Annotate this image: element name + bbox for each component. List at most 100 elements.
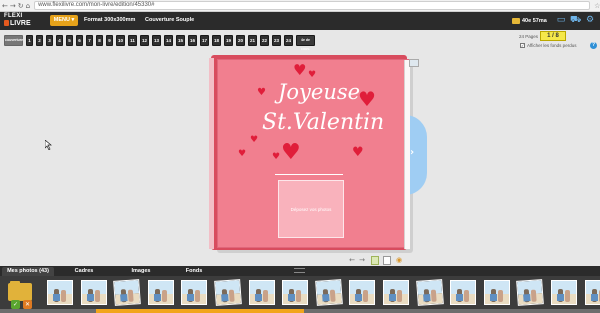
page-button[interactable]: 10 bbox=[116, 35, 125, 46]
flexilivre-logo[interactable]: FLEXI LIVRE bbox=[4, 13, 34, 29]
reload-icon[interactable]: ↻ bbox=[18, 2, 24, 10]
chevron-right-icon[interactable]: › bbox=[410, 147, 414, 158]
photo-thumbnail[interactable] bbox=[113, 279, 142, 306]
cover-title-line2[interactable]: St.Valentin bbox=[262, 110, 384, 135]
photo-thumbnail[interactable] bbox=[415, 279, 444, 306]
logo-top: FLEXI bbox=[4, 13, 23, 19]
photo-drop-zone[interactable]: Déposez vos photos bbox=[278, 180, 344, 238]
add-image-icon[interactable] bbox=[409, 59, 419, 67]
browser-toolbar: ← → ↻ ⌂ www.flexilivre.com/mon-livre/edi… bbox=[0, 0, 600, 12]
page-button[interactable]: 16 bbox=[188, 35, 197, 46]
heart-icon: ♥ bbox=[358, 87, 376, 111]
page-button[interactable]: 21 bbox=[248, 35, 257, 46]
upload-progress-bar bbox=[96, 309, 304, 313]
page-back-cover-button[interactable]: 4e de couv. bbox=[296, 35, 315, 51]
photo-thumbnail[interactable] bbox=[584, 280, 600, 305]
tab-backgrounds[interactable]: Fonds bbox=[172, 267, 216, 276]
pages-counter: 24 Pages 1 / 8 bbox=[519, 31, 567, 41]
page-button[interactable]: 3 bbox=[46, 35, 53, 46]
heart-icon: ♥ bbox=[281, 140, 301, 165]
show-background-checkbox[interactable]: ✓ bbox=[520, 43, 525, 48]
photo-thumbnail[interactable] bbox=[248, 280, 275, 305]
heart-icon: ♥ bbox=[257, 87, 266, 98]
page: { "browser": { "back_icon": "back-arrow-… bbox=[0, 0, 600, 313]
format-label: Format 300x300mm bbox=[84, 17, 136, 23]
home-icon[interactable]: ⌂ bbox=[26, 2, 30, 10]
photo-thumbnail[interactable] bbox=[147, 280, 174, 305]
add-photo-icon[interactable]: ✓ bbox=[11, 300, 20, 309]
page-navigator: couverture 1 2 3 4 5 6 7 8 9 10 11 12 13 14 15 16 17 18 19… bbox=[4, 35, 315, 51]
heart-icon: ♥ bbox=[293, 61, 307, 79]
page-button[interactable]: 17 bbox=[200, 35, 209, 46]
page-button[interactable]: 5 bbox=[66, 35, 73, 46]
photo-thumbnail[interactable] bbox=[214, 279, 242, 306]
page-button[interactable]: 4 bbox=[56, 35, 63, 46]
price-indicator: 40e 57ma bbox=[512, 16, 547, 26]
page-button[interactable]: 24 bbox=[284, 35, 293, 46]
layout-icon[interactable] bbox=[371, 256, 379, 265]
forward-arrow-icon[interactable]: → bbox=[10, 2, 16, 10]
undo-icon[interactable]: ← bbox=[348, 256, 356, 265]
page-edges bbox=[404, 60, 410, 249]
photo-thumbnail[interactable] bbox=[80, 280, 107, 305]
drop-zone-label: Déposez vos photos bbox=[290, 206, 332, 212]
cover-type-label: Couverture Souple bbox=[145, 17, 195, 23]
photo-thumbnail[interactable] bbox=[516, 279, 545, 306]
redo-icon[interactable]: → bbox=[358, 256, 366, 265]
page-button[interactable]: 9 bbox=[106, 35, 113, 46]
page-button[interactable]: 12 bbox=[140, 35, 149, 46]
page-button[interactable]: 2 bbox=[36, 35, 43, 46]
divider bbox=[275, 174, 343, 175]
address-bar[interactable]: www.flexilivre.com/mon-livre/edition/453… bbox=[34, 1, 591, 10]
app-header: FLEXI LIVRE MENU ▾ Format 300x300mm Couv… bbox=[0, 12, 600, 30]
photo-thumbnail[interactable] bbox=[483, 280, 510, 305]
heart-icon: ♥ bbox=[238, 149, 247, 159]
book-spine bbox=[209, 58, 214, 249]
page-button[interactable]: 11 bbox=[128, 35, 137, 46]
photo-thumbnail[interactable] bbox=[349, 280, 376, 305]
photo-thumbnail[interactable] bbox=[181, 280, 208, 305]
page-button[interactable]: 7 bbox=[86, 35, 93, 46]
panel-resize-handle[interactable] bbox=[294, 268, 305, 273]
photo-thumbnail[interactable] bbox=[282, 280, 309, 305]
page-button[interactable]: 19 bbox=[224, 35, 233, 46]
page-button[interactable]: 15 bbox=[176, 35, 185, 46]
menu-button[interactable]: MENU ▾ bbox=[50, 15, 78, 26]
tab-my-photos[interactable]: Mes photos (43) bbox=[2, 267, 54, 276]
page-button[interactable]: 13 bbox=[152, 35, 161, 46]
logo-mark-icon bbox=[4, 20, 9, 26]
gear-icon[interactable]: ⚙ bbox=[585, 15, 595, 25]
tab-images[interactable]: Images bbox=[119, 267, 163, 276]
photo-thumbnail[interactable] bbox=[551, 280, 577, 305]
help-icon[interactable]: ? bbox=[590, 42, 597, 49]
page-button[interactable]: 8 bbox=[96, 35, 103, 46]
heart-icon: ♥ bbox=[308, 70, 317, 80]
heart-icon: ♥ bbox=[352, 145, 364, 160]
page-button[interactable]: 23 bbox=[272, 35, 281, 46]
photo-thumbnail[interactable] bbox=[47, 280, 73, 305]
page-button[interactable]: 14 bbox=[164, 35, 173, 46]
page-button[interactable]: 18 bbox=[212, 35, 221, 46]
folder-icon[interactable] bbox=[8, 283, 32, 301]
heart-icon: ♥ bbox=[250, 135, 259, 145]
page-cover-button[interactable]: couverture bbox=[4, 35, 23, 46]
show-background-option[interactable]: ✓ Afficher les fonds perdus bbox=[520, 43, 576, 48]
cover-title-line1[interactable]: Joyeuse bbox=[278, 80, 360, 104]
zoom-icon[interactable]: ◉ bbox=[395, 256, 403, 265]
bookmark-star-icon[interactable]: ☆ bbox=[594, 2, 600, 10]
logo-bottom-text: LIVRE bbox=[10, 20, 31, 27]
photo-thumbnail[interactable] bbox=[383, 280, 409, 305]
monitor-icon[interactable]: ▭ bbox=[556, 15, 566, 25]
page-button[interactable]: 22 bbox=[260, 35, 269, 46]
back-arrow-icon[interactable]: ← bbox=[2, 2, 8, 10]
page-button[interactable]: 1 bbox=[26, 35, 33, 46]
page-button[interactable]: 6 bbox=[76, 35, 83, 46]
tab-frames[interactable]: Cadres bbox=[62, 267, 106, 276]
page-button[interactable]: 20 bbox=[236, 35, 245, 46]
photo-thumbnail[interactable] bbox=[314, 279, 343, 306]
photo-thumbnail[interactable] bbox=[450, 280, 477, 305]
logo-bottom: LIVRE bbox=[4, 20, 31, 27]
text-box-icon[interactable] bbox=[383, 256, 391, 265]
cart-icon[interactable]: ⛟ bbox=[570, 15, 581, 25]
remove-photo-icon[interactable]: ✕ bbox=[23, 300, 32, 309]
